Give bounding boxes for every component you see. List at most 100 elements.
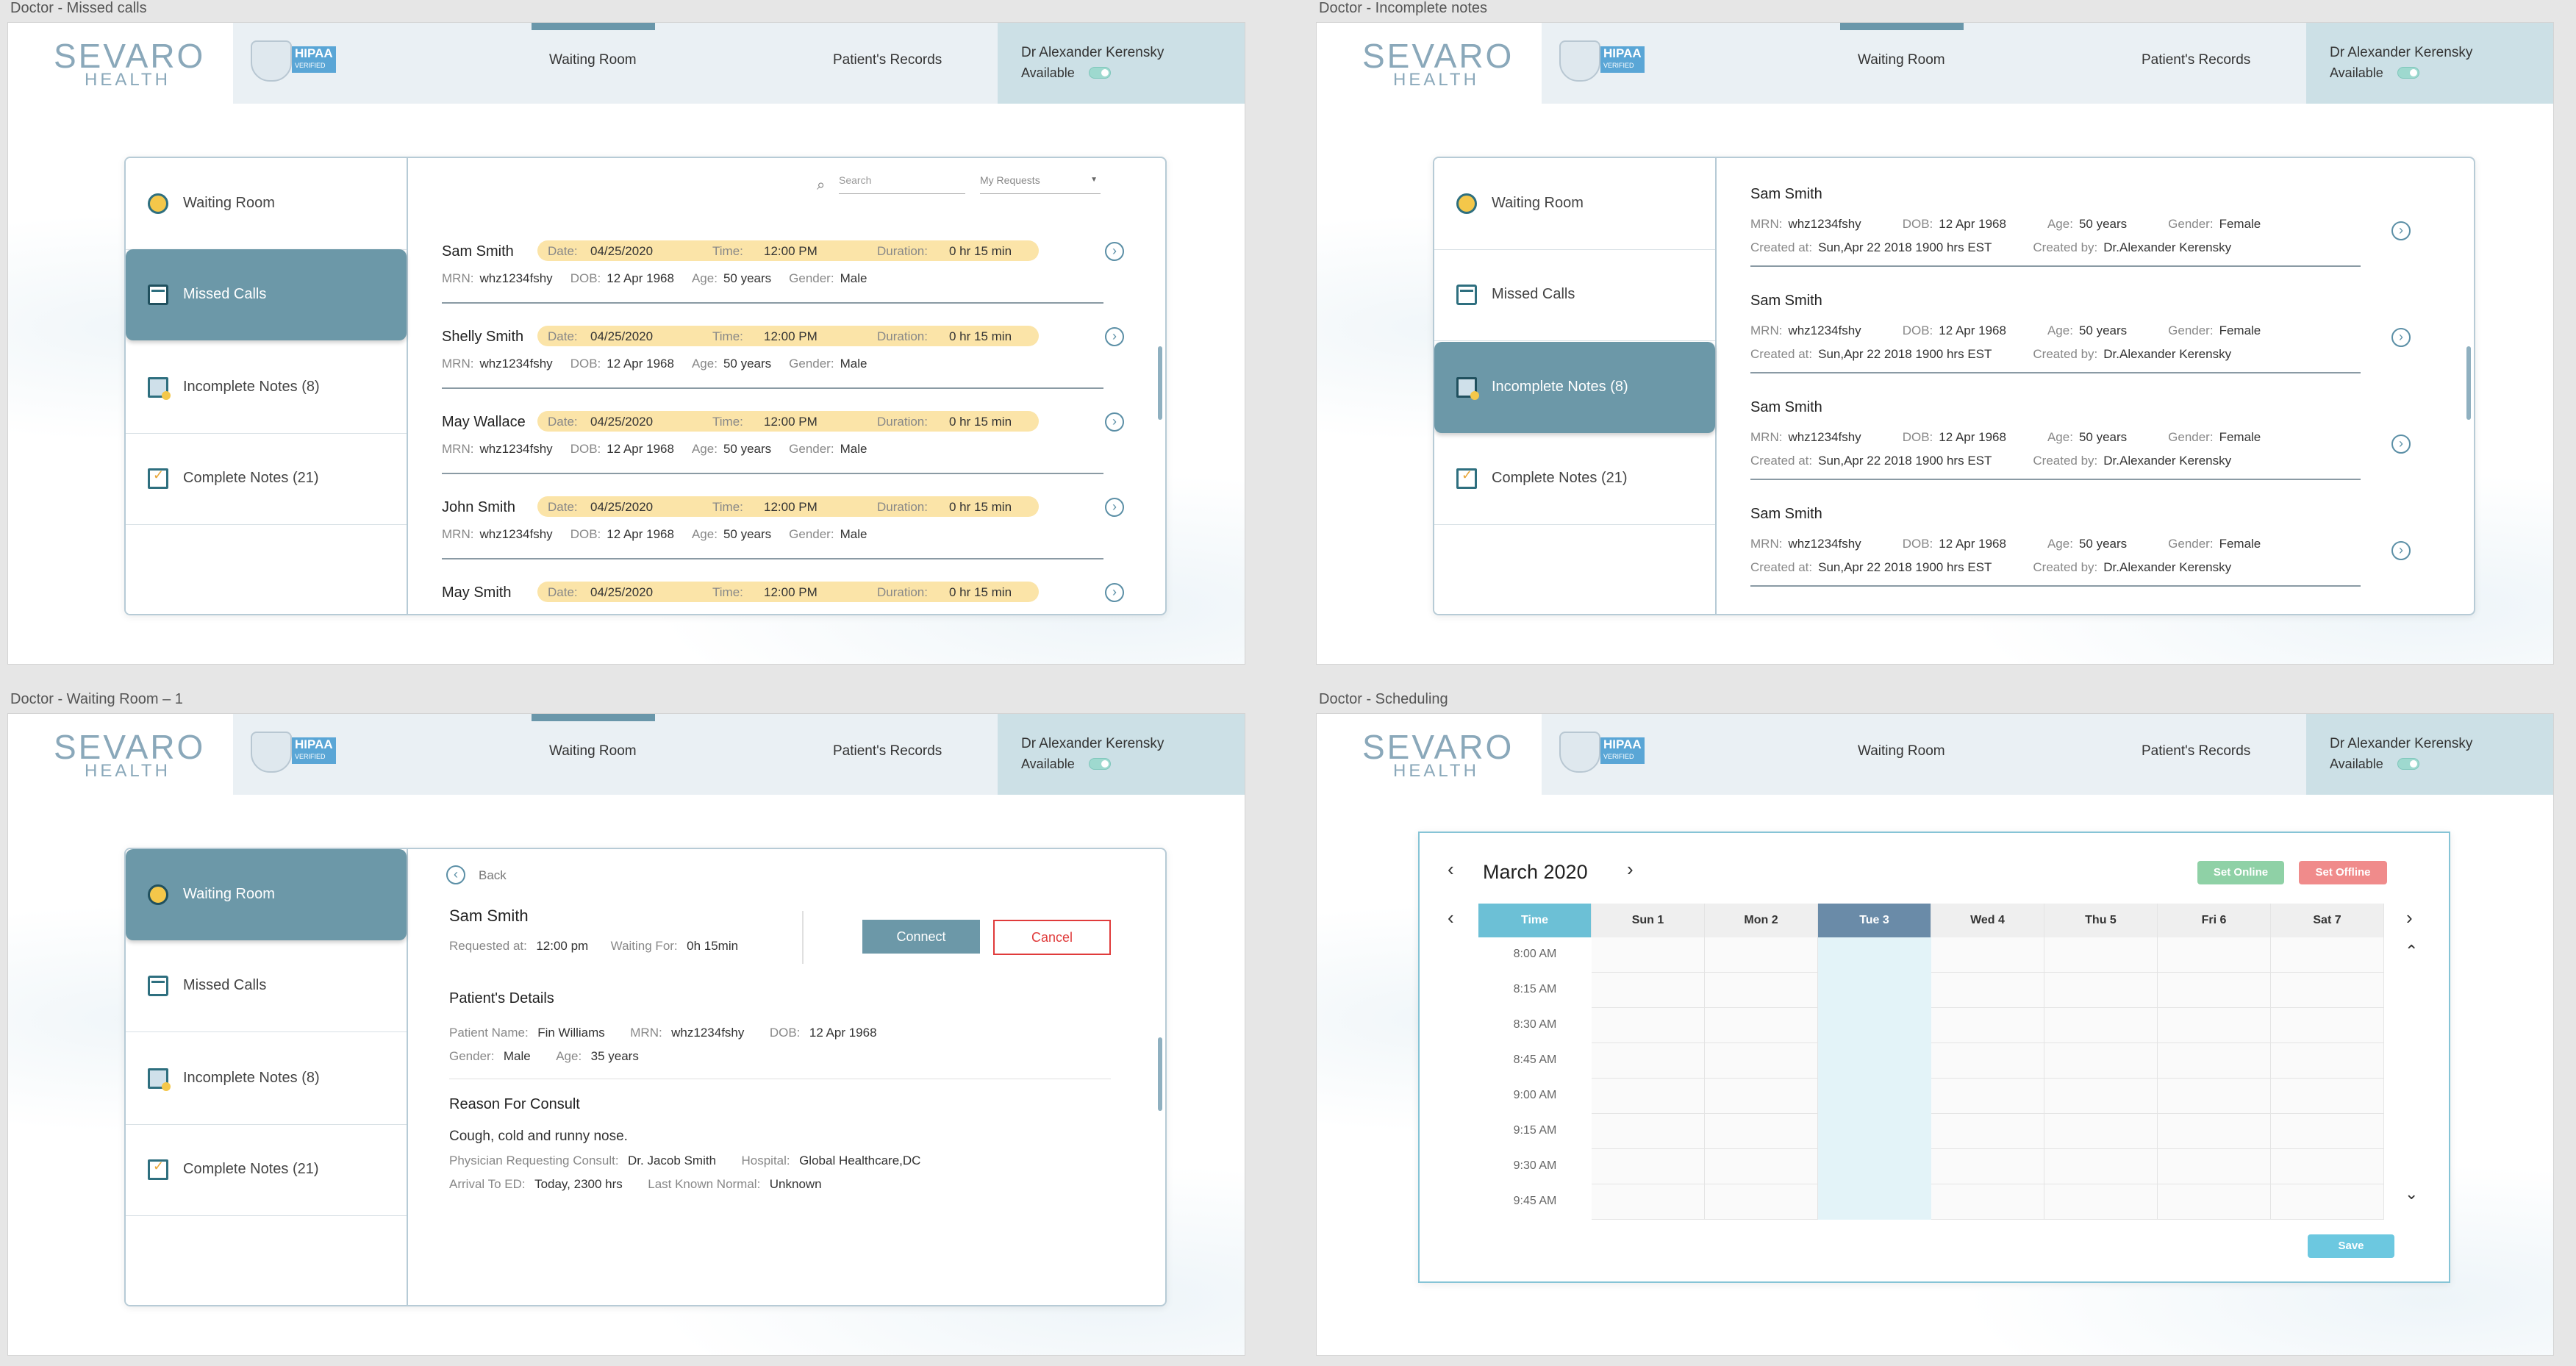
schedule-cell[interactable] bbox=[1705, 1149, 1818, 1184]
scrollbar[interactable] bbox=[1158, 1037, 1162, 1111]
back-link[interactable]: Back bbox=[479, 868, 507, 883]
sidebar-item-incomplete-notes[interactable]: Incomplete Notes (8) bbox=[126, 342, 407, 434]
note-row[interactable]: Sam Smith MRN: whz1234fshy DOB: 12 Apr 1968 A… bbox=[1750, 186, 2441, 289]
note-row[interactable]: Sam Smith MRN: whz1234fshy DOB: 12 Apr 1968 A… bbox=[1750, 506, 2441, 609]
nav-waiting-room[interactable]: Waiting Room bbox=[549, 743, 637, 759]
availability-toggle[interactable] bbox=[2397, 67, 2419, 79]
back-arrow-icon[interactable]: ‹ bbox=[446, 865, 465, 884]
nav-patient-records[interactable]: Patient's Records bbox=[2142, 52, 2250, 68]
schedule-cell[interactable] bbox=[2158, 1079, 2271, 1114]
scroll-down-icon[interactable]: ⌄ bbox=[2405, 1184, 2418, 1204]
availability-toggle[interactable] bbox=[1089, 758, 1111, 770]
schedule-cell[interactable] bbox=[1818, 1079, 1931, 1114]
sidebar-item-waiting-room[interactable]: Waiting Room bbox=[126, 849, 407, 940]
schedule-cell[interactable] bbox=[1931, 1008, 2044, 1043]
schedule-cell[interactable] bbox=[1818, 1008, 1931, 1043]
schedule-cell[interactable] bbox=[2044, 1079, 2158, 1114]
save-button[interactable]: Save bbox=[2308, 1234, 2394, 1258]
sidebar-item-complete-notes[interactable]: Complete Notes (21) bbox=[126, 433, 407, 525]
schedule-cell[interactable] bbox=[2158, 973, 2271, 1008]
scrollbar[interactable] bbox=[2466, 346, 2471, 420]
schedule-cell[interactable] bbox=[1931, 1079, 2044, 1114]
schedule-cell[interactable] bbox=[1592, 1008, 1705, 1043]
day-header-5[interactable]: Thu 5 bbox=[2044, 904, 2158, 937]
schedule-cell[interactable] bbox=[1705, 1043, 1818, 1079]
schedule-cell[interactable] bbox=[1592, 1184, 1705, 1220]
scrollbar[interactable] bbox=[1158, 346, 1162, 420]
set-online-button[interactable]: Set Online bbox=[2197, 861, 2284, 884]
schedule-cell[interactable] bbox=[1931, 1114, 2044, 1149]
cancel-button[interactable]: Cancel bbox=[993, 920, 1111, 955]
sidebar-item-missed-calls[interactable]: Missed Calls bbox=[126, 940, 407, 1032]
schedule-cell[interactable] bbox=[1592, 1149, 1705, 1184]
missed-call-row[interactable]: May Wallace Date: 04/25/2020 Time: 12:00 PM D… bbox=[442, 411, 1133, 484]
next-month-icon[interactable]: › bbox=[1627, 858, 1634, 881]
schedule-cell[interactable] bbox=[1705, 973, 1818, 1008]
prev-week-icon[interactable]: ‹ bbox=[1448, 907, 1454, 929]
day-header-7[interactable]: Sat 7 bbox=[2271, 904, 2384, 937]
schedule-cell[interactable] bbox=[2158, 1043, 2271, 1079]
day-header-6[interactable]: Fri 6 bbox=[2158, 904, 2271, 937]
schedule-cell[interactable] bbox=[2271, 1043, 2384, 1079]
schedule-cell[interactable] bbox=[1931, 1184, 2044, 1220]
set-offline-button[interactable]: Set Offline bbox=[2299, 861, 2387, 884]
schedule-cell[interactable] bbox=[2158, 1114, 2271, 1149]
schedule-cell[interactable] bbox=[1818, 1043, 1931, 1079]
schedule-cell[interactable] bbox=[1931, 973, 2044, 1008]
user-panel[interactable]: Dr Alexander Kerensky Available bbox=[2306, 23, 2553, 104]
schedule-cell[interactable] bbox=[2271, 973, 2384, 1008]
sidebar-item-missed-calls[interactable]: Missed Calls bbox=[1434, 249, 1715, 341]
schedule-cell[interactable] bbox=[2271, 1184, 2384, 1220]
chevron-right-icon[interactable]: › bbox=[2391, 328, 2411, 347]
schedule-cell[interactable] bbox=[2044, 1008, 2158, 1043]
schedule-cell[interactable] bbox=[1818, 1149, 1931, 1184]
sidebar-item-waiting-room[interactable]: Waiting Room bbox=[1434, 158, 1715, 250]
scroll-up-icon[interactable]: ⌃ bbox=[2405, 942, 2418, 961]
note-row[interactable]: Sam Smith MRN: whz1234fshy DOB: 12 Apr 1968 A… bbox=[1750, 293, 2441, 396]
missed-call-row[interactable]: May Smith Date: 04/25/2020 Time: 12:00 PM Dur… bbox=[442, 582, 1133, 614]
schedule-cell[interactable] bbox=[1931, 1149, 2044, 1184]
sidebar-item-missed-calls[interactable]: Missed Calls bbox=[126, 249, 407, 340]
schedule-cell[interactable] bbox=[2044, 1114, 2158, 1149]
schedule-cell[interactable] bbox=[2271, 937, 2384, 973]
schedule-cell[interactable] bbox=[2271, 1114, 2384, 1149]
schedule-cell[interactable] bbox=[1592, 1114, 1705, 1149]
missed-call-row[interactable]: Sam Smith Date: 04/25/2020 Time: 12:00 PM Dur… bbox=[442, 240, 1133, 314]
schedule-cell[interactable] bbox=[1592, 937, 1705, 973]
nav-waiting-room[interactable]: Waiting Room bbox=[1858, 52, 1945, 68]
user-panel[interactable]: Dr Alexander Kerensky Available bbox=[998, 714, 1245, 795]
chevron-right-icon[interactable]: › bbox=[1105, 242, 1124, 261]
user-panel[interactable]: Dr Alexander Kerensky Available bbox=[998, 23, 1245, 104]
availability-toggle[interactable] bbox=[2397, 758, 2419, 770]
sidebar-item-incomplete-notes[interactable]: Incomplete Notes (8) bbox=[1434, 342, 1715, 433]
chevron-right-icon[interactable]: › bbox=[2391, 435, 2411, 454]
schedule-cell[interactable] bbox=[1592, 973, 1705, 1008]
sidebar-item-complete-notes[interactable]: Complete Notes (21) bbox=[126, 1124, 407, 1216]
missed-call-row[interactable]: Shelly Smith Date: 04/25/2020 Time: 12:00 PM… bbox=[442, 326, 1133, 399]
schedule-cell[interactable] bbox=[1818, 1184, 1931, 1220]
nav-waiting-room[interactable]: Waiting Room bbox=[549, 52, 637, 68]
day-header-4[interactable]: Wed 4 bbox=[1931, 904, 2044, 937]
chevron-right-icon[interactable]: › bbox=[2391, 541, 2411, 560]
day-header-1[interactable]: Sun 1 bbox=[1592, 904, 1705, 937]
schedule-cell[interactable] bbox=[2271, 1079, 2384, 1114]
schedule-cell[interactable] bbox=[2158, 937, 2271, 973]
schedule-cell[interactable] bbox=[2044, 1043, 2158, 1079]
search-input[interactable]: Search bbox=[839, 174, 965, 194]
sidebar-item-waiting-room[interactable]: Waiting Room bbox=[126, 158, 407, 250]
schedule-cell[interactable] bbox=[1705, 1184, 1818, 1220]
missed-call-row[interactable]: John Smith Date: 04/25/2020 Time: 12:00 PM Du… bbox=[442, 496, 1133, 570]
sidebar-item-complete-notes[interactable]: Complete Notes (21) bbox=[1434, 433, 1715, 525]
filter-select[interactable]: My Requests ▼ bbox=[980, 174, 1101, 194]
schedule-cell[interactable] bbox=[2044, 973, 2158, 1008]
sidebar-item-incomplete-notes[interactable]: Incomplete Notes (8) bbox=[126, 1033, 407, 1125]
schedule-cell[interactable] bbox=[1705, 937, 1818, 973]
nav-patient-records[interactable]: Patient's Records bbox=[2142, 743, 2250, 759]
chevron-right-icon[interactable]: › bbox=[1105, 583, 1124, 602]
schedule-cell[interactable] bbox=[2158, 1008, 2271, 1043]
chevron-right-icon[interactable]: › bbox=[1105, 327, 1124, 346]
schedule-cell[interactable] bbox=[1705, 1114, 1818, 1149]
day-header-2[interactable]: Mon 2 bbox=[1705, 904, 1818, 937]
schedule-cell[interactable] bbox=[2158, 1184, 2271, 1220]
prev-month-icon[interactable]: ‹ bbox=[1448, 858, 1454, 881]
